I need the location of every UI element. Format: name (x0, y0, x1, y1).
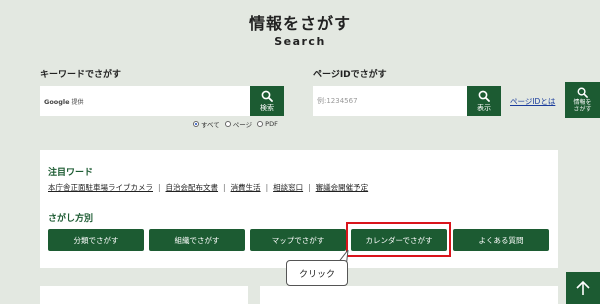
browse-by-map-button[interactable]: マップでさがす (250, 229, 346, 251)
browse-by-calendar-button[interactable]: カレンダーでさがす (351, 229, 447, 251)
browse-by-organization-button[interactable]: 組織でさがす (149, 229, 245, 251)
featured-word-link[interactable]: 自治会配布文書 (166, 182, 219, 193)
featured-word-link[interactable]: 本庁舎正面駐車場ライブカメラ (48, 182, 153, 193)
separator: | (223, 183, 226, 192)
page-id-search-button[interactable]: 表示 (467, 86, 501, 116)
radio-icon (224, 121, 231, 127)
featured-word-link[interactable]: 審議会開催予定 (316, 182, 369, 193)
radio-icon (257, 121, 264, 127)
scope-radio-page[interactable]: ページ (224, 119, 252, 129)
page-id-search-label: ページIDでさがす (313, 70, 387, 80)
content-card (260, 286, 558, 304)
search-icon (577, 87, 588, 98)
radio-selected-icon (193, 121, 199, 127)
search-icon (478, 90, 490, 102)
click-callout: クリック (286, 260, 348, 286)
featured-words-list: 本庁舎正面駐車場ライブカメラ | 自治会配布文書 | 消費生活 | 相談窓口 |… (48, 182, 368, 193)
scope-radio-pdf[interactable]: PDF (257, 120, 278, 128)
content-card (40, 286, 248, 304)
keyword-search-button[interactable]: 検索 (250, 86, 284, 116)
keyword-search-input[interactable]: Google 提供 (40, 86, 250, 116)
search-info-side-button[interactable]: 情報を さがす (565, 82, 600, 118)
search-methods-heading: さがし方別 (48, 214, 94, 224)
keyword-search-label: キーワードでさがす (40, 70, 122, 80)
browse-by-category-button[interactable]: 分類でさがす (48, 229, 144, 251)
separator: | (265, 183, 269, 192)
scroll-top-button[interactable] (566, 272, 600, 304)
faq-button[interactable]: よくある質問 (453, 229, 549, 251)
page-id-help-link[interactable]: ページIDとは (510, 96, 555, 107)
page-id-input[interactable]: 例:1234567 (313, 86, 467, 116)
search-icon (261, 90, 273, 102)
featured-words-heading: 注目ワード (48, 168, 94, 178)
page-title: 情報をさがす (248, 14, 351, 33)
separator: | (158, 183, 161, 192)
google-badge: Google 提供 (44, 97, 84, 106)
scope-radio-all[interactable]: すべて (193, 119, 220, 129)
page-subtitle: Search (274, 35, 326, 48)
featured-word-link[interactable]: 消費生活 (231, 182, 261, 193)
separator: | (308, 183, 311, 192)
search-scope-radios: すべて ページ PDF (193, 119, 278, 129)
featured-word-link[interactable]: 相談窓口 (273, 182, 303, 193)
arrow-up-icon (576, 280, 590, 295)
